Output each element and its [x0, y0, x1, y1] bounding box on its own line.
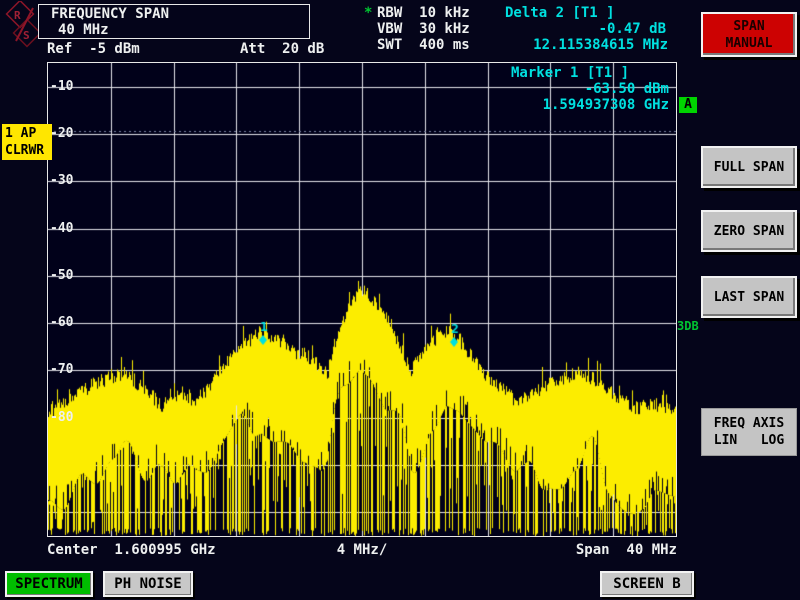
softkey-freq-axis-lin-log[interactable]: FREQ AXIS LIN LOG	[701, 408, 797, 456]
span-label: Span 40 MHz	[447, 542, 677, 558]
hotkey-spectrum[interactable]: SPECTRUM	[5, 571, 93, 597]
marker1-frequency: 1.594937308 GHz	[481, 97, 669, 113]
softkey-zero-span[interactable]: ZERO SPAN	[701, 210, 797, 252]
vbw-label: VBW 30 kHz	[377, 21, 470, 37]
param-value: 40 MHz	[58, 22, 109, 38]
softkey-span-manual[interactable]: SPAN MANUAL	[701, 12, 797, 57]
param-title: FREQUENCY SPAN	[51, 6, 169, 22]
rbw-label: RBW 10 kHz	[377, 5, 470, 21]
hotkey-ph-noise[interactable]: PH NOISE	[103, 571, 193, 597]
swt-label: SWT 400 ms	[377, 37, 470, 53]
delta-marker-level: -0.47 dB	[460, 21, 666, 37]
softkey-full-span[interactable]: FULL SPAN	[701, 146, 797, 188]
rs-logo: R S	[4, 1, 42, 49]
y-axis-label: -40	[50, 221, 73, 236]
softkey-last-span[interactable]: LAST SPAN	[701, 276, 797, 318]
y-axis-label: -10	[50, 79, 73, 94]
marker1-level: -63.50 dBm	[481, 81, 669, 97]
delta-marker-title: Delta 2 [T1 ]	[505, 5, 615, 21]
delta-marker-frequency: 12.115384615 MHz	[460, 37, 668, 53]
hotkey-screen-b[interactable]: SCREEN B	[600, 571, 694, 597]
attenuation-label: Att 20 dB	[240, 41, 324, 57]
coupled-star-indicator: *	[364, 5, 372, 21]
screen-a-badge[interactable]: A	[679, 97, 697, 113]
y-axis-label: -50	[50, 268, 73, 283]
svg-text:S: S	[23, 29, 30, 42]
trace-mode-label: 1 APCLRWR	[2, 124, 52, 160]
svg-text:R: R	[14, 9, 21, 22]
y-axis-label: -80	[50, 410, 73, 425]
spectrum-trace-canvas	[48, 63, 676, 536]
bandwidth-3db-label: 3DB	[677, 318, 699, 334]
y-axis-label: -60	[50, 315, 73, 330]
y-axis-label: -30	[50, 173, 73, 188]
ref-level-label: Ref -5 dBm	[47, 41, 140, 57]
y-axis-label: -20	[50, 126, 73, 141]
marker1-title: Marker 1 [T1 ]	[511, 65, 629, 81]
y-axis-label: -70	[50, 362, 73, 377]
measurement-diagram: Marker 1 [T1 ] -63.50 dBm 1.594937308 GH…	[47, 62, 677, 537]
spectrum-analyzer-screen: R S FREQUENCY SPAN 40 MHz Ref -5 dBm Att…	[0, 0, 800, 600]
frequency-span-entry-box[interactable]: FREQUENCY SPAN 40 MHz	[38, 4, 310, 39]
